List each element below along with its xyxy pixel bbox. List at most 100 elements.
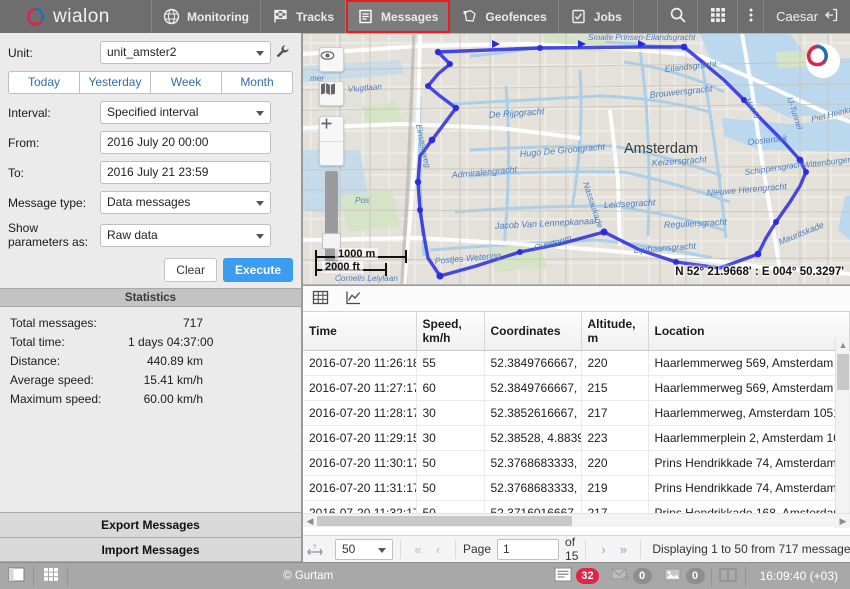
scroll-left-icon[interactable]: ◀ [303, 514, 317, 528]
column-header-location[interactable]: Location [648, 312, 850, 351]
logout-icon[interactable] [824, 8, 838, 25]
unit-select-wrap: unit_amster2 [100, 41, 271, 64]
search-button[interactable] [657, 0, 697, 33]
execute-button[interactable]: Execute [222, 258, 293, 282]
to-input[interactable]: 2016 July 21 23:59 [100, 161, 271, 184]
flag-icon [272, 8, 289, 25]
nav-tab-jobs[interactable]: Jobs [559, 0, 634, 33]
column-header-altitude[interactable]: Altitude, m [581, 312, 649, 351]
more-menu-button[interactable] [737, 0, 763, 33]
panel-toggle-icon [8, 567, 25, 585]
cell-altitude: 217 [581, 400, 649, 426]
apps-button[interactable] [697, 0, 737, 33]
map-tiles: Smalle Prinsen-EilandsgrachtEilandsgrach… [303, 34, 850, 284]
map-canvas[interactable]: Smalle Prinsen-Eilandsgracht Eilandsgrach… [303, 34, 850, 284]
map-visibility-button[interactable] [319, 47, 344, 72]
table-header-row: Time Speed, km/h Coordinates Altitude, m… [303, 312, 850, 351]
prev-page-button[interactable]: ‹ [428, 542, 448, 557]
tab-table-view[interactable] [311, 289, 330, 308]
brand-logo[interactable]: wialon [0, 0, 152, 33]
column-header-time[interactable]: Time [303, 312, 417, 351]
table-vertical-scrollbar[interactable]: ▲ ▼ [835, 338, 849, 528]
map-zoom-slider-handle[interactable] [322, 233, 341, 249]
table-row[interactable]: 2016-07-20 11:30:17 50 52.3768683333, 4 … [303, 450, 850, 476]
first-page-button[interactable]: « [408, 542, 428, 557]
table-horizontal-scrollbar[interactable]: ◀ ▶ [303, 513, 850, 527]
clear-button[interactable]: Clear [164, 258, 217, 282]
svg-text:?: ? [313, 545, 317, 551]
stat-key: Total time: [10, 335, 65, 349]
nav-tab-geofences[interactable]: Geofences [450, 0, 559, 33]
unit-settings-button[interactable] [271, 44, 293, 62]
table-row[interactable]: 2016-07-20 11:31:17 50 52.3768683333, 4 … [303, 475, 850, 501]
interval-select[interactable]: Specified interval [100, 101, 271, 124]
table-row[interactable]: 2016-07-20 11:29:15 30 52.38528, 4.8839 … [303, 425, 850, 451]
nav-tab-monitoring[interactable]: Monitoring [152, 0, 261, 33]
export-messages-button[interactable]: Export Messages [0, 512, 301, 537]
page-number-input[interactable]: 1 [497, 538, 560, 560]
quick-range-today[interactable]: Today [8, 71, 79, 94]
map-label: Smalle Prinsen-Eilandsgracht [588, 34, 696, 42]
unit-select[interactable]: unit_amster2 [100, 41, 271, 64]
scroll-right-icon[interactable]: ▶ [836, 514, 850, 528]
from-row: From: 2016 July 20 00:00 [8, 131, 293, 154]
stat-key: Distance: [10, 354, 61, 368]
scale-imperial-label: 2000 ft [322, 261, 363, 273]
map-layers-button[interactable] [319, 81, 344, 106]
quick-range-week[interactable]: Week [150, 71, 221, 94]
layout-button[interactable] [712, 563, 745, 589]
form-buttons: Clear Execute [8, 258, 293, 282]
cell-altitude: 219 [581, 475, 649, 501]
nav-tab-messages[interactable]: Messages [346, 0, 451, 33]
messages-grid[interactable]: Time Speed, km/h Coordinates Altitude, m… [303, 312, 850, 527]
messages-notification[interactable]: 32 [548, 567, 604, 585]
table-row[interactable]: 2016-07-20 11:26:18 55 52.3849766667, 4 … [303, 350, 850, 376]
image-notification[interactable]: 0 [658, 567, 711, 585]
last-page-button[interactable]: » [613, 542, 633, 557]
quick-range-month[interactable]: Month [221, 71, 293, 94]
mail-notification[interactable]: 0 [605, 567, 658, 585]
horizontal-scroll-thumb[interactable] [317, 516, 572, 526]
pager-divider [585, 539, 587, 559]
panel-toggle-button[interactable] [0, 563, 33, 589]
mail-icon [611, 567, 630, 585]
map-watermark-logo [806, 44, 840, 78]
zoom-out-button[interactable] [320, 122, 343, 166]
column-header-speed[interactable]: Speed, km/h [416, 312, 485, 351]
nav-tab-monitoring-label: Monitoring [187, 9, 249, 24]
message-query-form: Unit: unit_amster2 Today Yesterday Week … [0, 33, 301, 288]
cell-altitude: 220 [581, 450, 649, 476]
quick-range-yesterday[interactable]: Yesterday [79, 71, 150, 94]
cell-speed: 60 [416, 375, 485, 401]
table-row[interactable]: 2016-07-20 11:27:17 60 52.3849766667, 4 … [303, 375, 850, 401]
column-header-coordinates[interactable]: Coordinates [484, 312, 582, 351]
scroll-up-icon[interactable]: ▲ [836, 338, 850, 352]
pager-divider [455, 539, 456, 559]
show-parameters-select[interactable]: Raw data [100, 223, 271, 247]
cell-speed: 50 [416, 450, 485, 476]
user-menu[interactable]: Caesar [763, 0, 850, 33]
total-pages-label: of 15 [565, 535, 579, 563]
brand-name: wialon [53, 5, 110, 27]
tab-chart-view[interactable] [344, 289, 363, 308]
message-type-select[interactable]: Data messages [100, 191, 271, 214]
import-messages-button[interactable]: Import Messages [0, 537, 301, 562]
next-page-button[interactable]: › [593, 542, 613, 557]
vertical-scroll-thumb[interactable] [837, 354, 849, 390]
cell-speed: 30 [416, 425, 485, 451]
cell-altitude: 215 [581, 375, 649, 401]
messages-panel: Time Speed, km/h Coordinates Altitude, m… [303, 285, 850, 563]
nav-tab-tracks[interactable]: Tracks [261, 0, 347, 33]
messages-table: Time Speed, km/h Coordinates Altitude, m… [303, 312, 850, 527]
column-resize-button[interactable]: ? [303, 543, 327, 555]
statistics-header: Statistics [0, 288, 301, 307]
table-row[interactable]: 2016-07-20 11:28:17 30 52.3852616667, 4 … [303, 400, 850, 426]
grid-toggle-button[interactable] [34, 563, 67, 589]
from-input[interactable]: 2016 July 20 00:00 [100, 131, 271, 154]
message-type-row: Message type: Data messages [8, 191, 293, 214]
interval-row: Interval: Specified interval [8, 101, 293, 124]
map-scale-bar: 1000 m 2000 ft [315, 248, 407, 276]
stat-key: Average speed: [10, 373, 94, 387]
show-parameters-select-wrap: Raw data [100, 223, 271, 247]
page-size-select[interactable]: 50 [335, 538, 393, 560]
